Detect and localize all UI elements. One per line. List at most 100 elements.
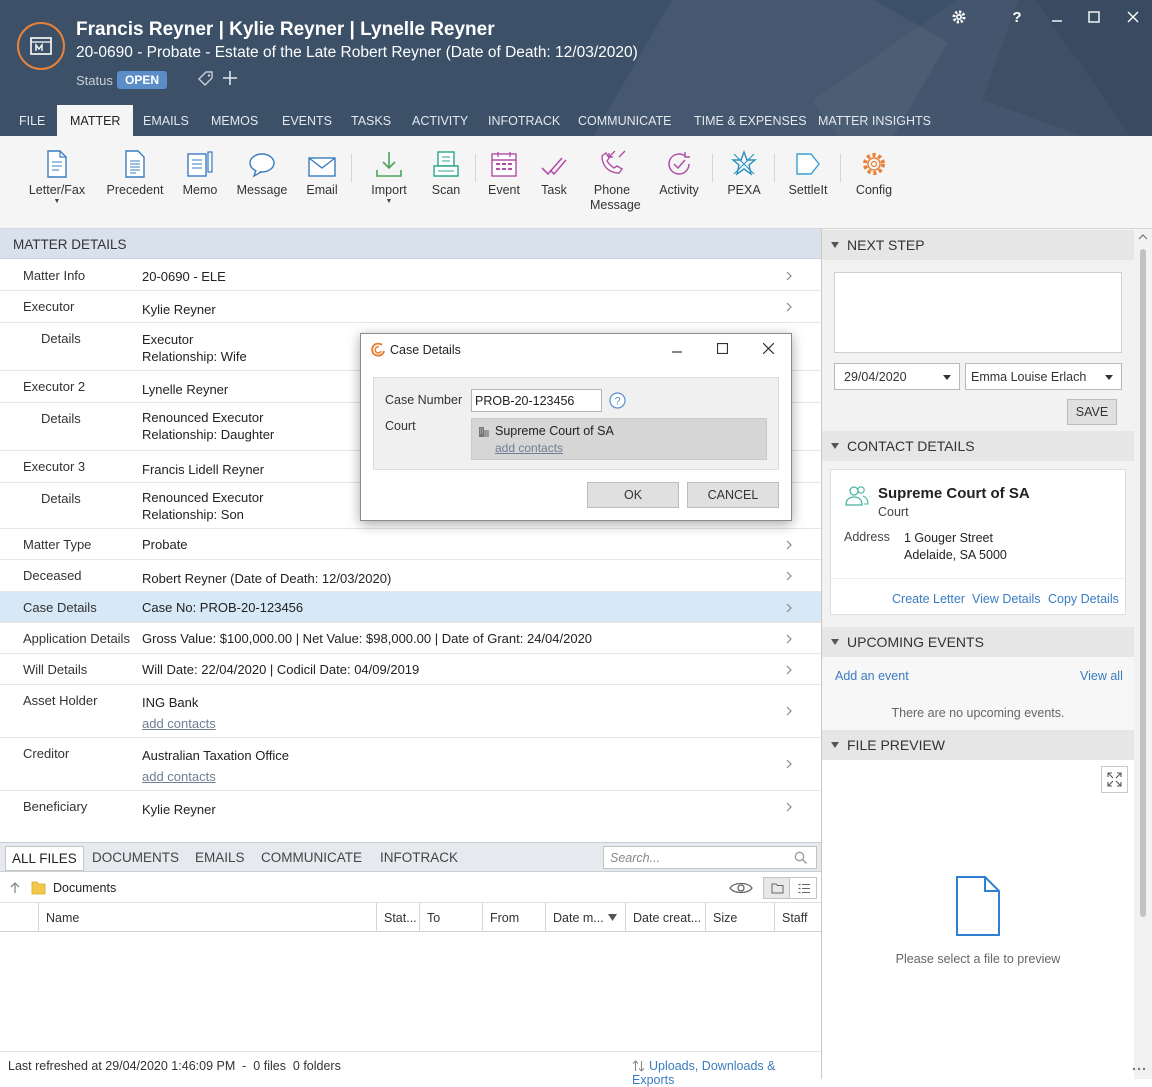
column-to[interactable]: To (420, 903, 483, 932)
folder-view-toggle[interactable] (763, 877, 790, 899)
column-staff[interactable]: Staff (775, 903, 821, 932)
tab-time-expenses[interactable]: TIME & EXPENSES (694, 105, 807, 136)
row-asset-holder[interactable]: Asset Holder ING Bank add contacts (0, 685, 821, 738)
cancel-button[interactable]: CANCEL (687, 482, 779, 508)
contact-details-header[interactable]: CONTACT DETAILS (822, 431, 1134, 461)
view-all-events-link[interactable]: View all (1080, 669, 1123, 683)
email-button[interactable]: Email (302, 146, 342, 198)
file-search-input[interactable]: Search... (603, 846, 817, 869)
tab-events[interactable]: EVENTS (282, 105, 332, 136)
column-size[interactable]: Size (706, 903, 775, 932)
row-executor[interactable]: Executor Kylie Reyner (0, 291, 821, 323)
case-number-input[interactable] (471, 389, 602, 412)
court-contact-field[interactable]: Supreme Court of SA add contacts (471, 418, 767, 460)
tab-file-emails[interactable]: EMAILS (195, 850, 245, 865)
row-application-details[interactable]: Application Details Gross Value: $100,00… (0, 623, 821, 654)
matter-details-panel: MATTER DETAILS Matter Info 20-0690 - ELE… (0, 229, 822, 842)
file-preview-header[interactable]: FILE PREVIEW (822, 730, 1134, 760)
row-matter-info[interactable]: Matter Info 20-0690 - ELE (0, 260, 821, 291)
status-badge[interactable]: OPEN (117, 71, 167, 89)
add-event-link[interactable]: Add an event (835, 669, 909, 683)
row-case-details[interactable]: Case Details Case No: PROB-20-123456 (0, 592, 821, 623)
event-button[interactable]: Event (486, 146, 522, 198)
upcoming-events-header[interactable]: UPCOMING EVENTS (822, 627, 1134, 657)
row-matter-type[interactable]: Matter Type Probate (0, 529, 821, 560)
pexa-button[interactable]: PEXA (724, 146, 764, 198)
eye-icon[interactable] (729, 881, 753, 895)
ribbon-separator (840, 154, 841, 182)
more-dots-icon[interactable] (1132, 1066, 1146, 1072)
import-button[interactable]: Import ▼ (368, 146, 410, 206)
column-select[interactable] (0, 903, 39, 932)
scan-button[interactable]: Scan (428, 146, 464, 198)
next-step-header[interactable]: NEXT STEP (822, 230, 1134, 260)
tab-all-files[interactable]: ALL FILES (5, 846, 84, 871)
row-creditor[interactable]: Creditor Australian Taxation Office add c… (0, 738, 821, 791)
precedent-button[interactable]: Precedent (106, 146, 164, 198)
column-date-modified[interactable]: Date m... (546, 903, 626, 932)
column-date-created[interactable]: Date creat... (626, 903, 706, 932)
folder-name[interactable]: Documents (53, 881, 116, 895)
add-contacts-link[interactable]: add contacts (495, 441, 563, 455)
search-icon (794, 851, 807, 864)
message-button[interactable]: Message (236, 146, 288, 198)
tab-communicate[interactable]: COMMUNICATE (578, 105, 672, 136)
task-button[interactable]: Task (538, 146, 570, 198)
tab-emails[interactable]: EMAILS (143, 105, 189, 136)
chevron-right-icon (786, 634, 792, 644)
row-will-details[interactable]: Will Details Will Date: 22/04/2020 | Cod… (0, 654, 821, 685)
column-from[interactable]: From (483, 903, 546, 932)
tab-file-infotrack[interactable]: INFOTRACK (380, 850, 458, 865)
memo-icon (180, 146, 220, 178)
maximize-icon[interactable] (1083, 6, 1105, 28)
tab-memos[interactable]: MEMOS (211, 105, 258, 136)
help-icon[interactable]: ? (1006, 6, 1028, 28)
add-contacts-link[interactable]: add contacts (142, 715, 216, 732)
letter-fax-button[interactable]: Letter/Fax ▼ (28, 146, 86, 206)
settleit-button[interactable]: SettleIt (786, 146, 830, 198)
dialog-maximize-icon[interactable] (717, 343, 728, 354)
minimize-icon[interactable] (1046, 6, 1068, 28)
view-details-link[interactable]: View Details (972, 592, 1041, 606)
add-tag-icon[interactable] (221, 69, 239, 87)
memo-button[interactable]: Memo (180, 146, 220, 198)
up-arrow-icon[interactable] (9, 882, 21, 894)
tab-documents[interactable]: DOCUMENTS (92, 850, 179, 865)
tab-matter[interactable]: MATTER (57, 105, 134, 136)
activity-button[interactable]: Activity (656, 146, 702, 198)
copy-details-link[interactable]: Copy Details (1048, 592, 1119, 606)
calendar-icon (486, 146, 522, 178)
next-step-staff-select[interactable]: Emma Louise Erlach (965, 363, 1122, 390)
row-deceased[interactable]: Deceased Robert Reyner (Date of Death: 1… (0, 560, 821, 592)
uploads-link[interactable]: Uploads, Downloads & Exports (632, 1059, 821, 1087)
list-view-toggle[interactable] (790, 877, 817, 899)
side-panel-scrollbar[interactable] (1137, 233, 1149, 1053)
task-check-icon (538, 146, 570, 178)
save-button[interactable]: SAVE (1067, 399, 1117, 425)
tag-icon[interactable] (197, 70, 215, 88)
expand-preview-icon[interactable] (1101, 766, 1128, 793)
dialog-minimize-icon[interactable] (672, 347, 682, 357)
column-status[interactable]: Stat... (377, 903, 420, 932)
phone-message-button[interactable]: Phone Message (590, 146, 641, 213)
tab-file-communicate[interactable]: COMMUNICATE (261, 850, 362, 865)
next-step-textarea[interactable] (834, 272, 1122, 353)
close-window-icon[interactable] (1122, 6, 1144, 28)
dialog-close-icon[interactable] (763, 343, 774, 354)
scrollbar-thumb[interactable] (1140, 249, 1146, 917)
config-button[interactable]: Config (852, 146, 896, 198)
ok-button[interactable]: OK (587, 482, 679, 508)
help-question-icon[interactable]: ? (609, 392, 626, 409)
tab-infotrack[interactable]: INFOTRACK (488, 105, 560, 136)
tab-activity[interactable]: ACTIVITY (412, 105, 468, 136)
building-icon (479, 427, 489, 437)
create-letter-link[interactable]: Create Letter (892, 592, 965, 606)
tab-matter-insights[interactable]: MATTER INSIGHTS (818, 105, 931, 136)
tab-tasks[interactable]: TASKS (351, 105, 391, 136)
column-name[interactable]: Name (39, 903, 377, 932)
add-contacts-link[interactable]: add contacts (142, 768, 289, 785)
settings-gear-icon[interactable] (948, 6, 970, 28)
next-step-date-picker[interactable]: 29/04/2020 (834, 363, 960, 390)
row-beneficiary[interactable]: Beneficiary Kylie Reyner (0, 791, 821, 823)
tab-file[interactable]: FILE (19, 105, 45, 136)
